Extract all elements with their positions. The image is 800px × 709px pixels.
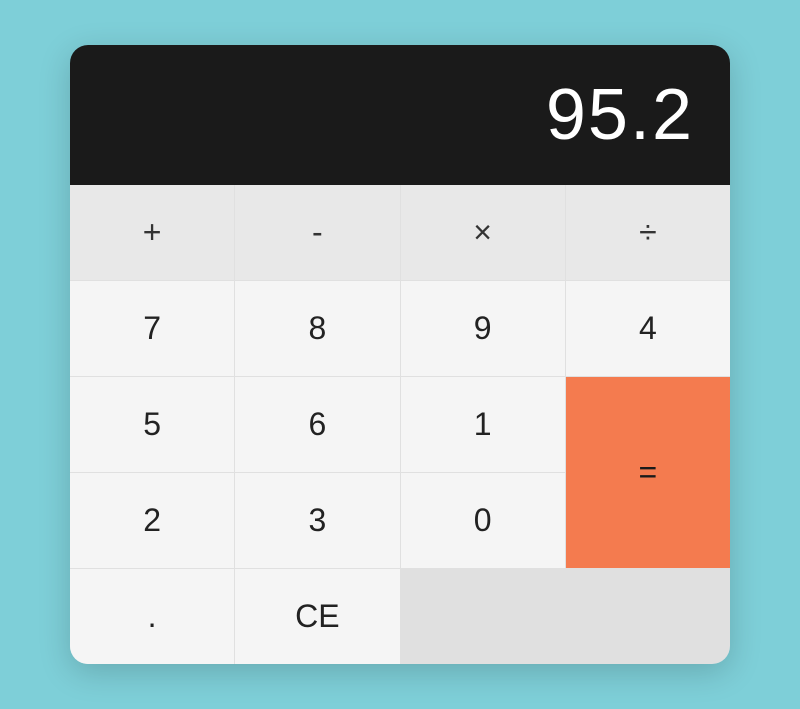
five-button[interactable]: 5 (70, 377, 234, 472)
six-button[interactable]: 6 (235, 377, 399, 472)
multiply-button[interactable]: × (401, 185, 565, 280)
dot-button[interactable]: . (70, 569, 234, 664)
display-value: 95.2 (546, 74, 694, 156)
two-button[interactable]: 2 (70, 473, 234, 568)
nine-button[interactable]: 9 (401, 281, 565, 376)
zero-button[interactable]: 0 (401, 473, 565, 568)
equals-button[interactable]: = (566, 377, 730, 568)
eight-button[interactable]: 8 (235, 281, 399, 376)
calculator: 95.2 + - × ÷ 7 8 9 = 4 5 6 1 2 3 0 . CE (70, 45, 730, 664)
seven-button[interactable]: 7 (70, 281, 234, 376)
three-button[interactable]: 3 (235, 473, 399, 568)
button-grid: + - × ÷ 7 8 9 = 4 5 6 1 2 3 0 . CE (70, 185, 730, 664)
plus-button[interactable]: + (70, 185, 234, 280)
divide-button[interactable]: ÷ (566, 185, 730, 280)
four-button[interactable]: 4 (566, 281, 730, 376)
one-button[interactable]: 1 (401, 377, 565, 472)
minus-button[interactable]: - (235, 185, 399, 280)
display-panel: 95.2 (70, 45, 730, 185)
ce-button[interactable]: CE (235, 569, 399, 664)
